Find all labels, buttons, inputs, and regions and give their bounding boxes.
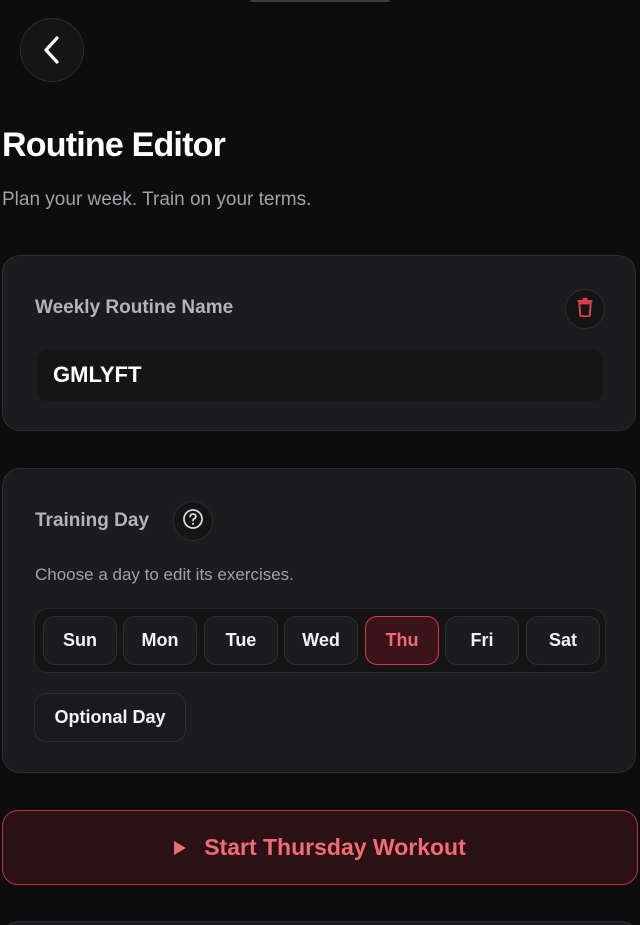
- training-day-card: Training Day Choose a day to edit its ex…: [2, 468, 636, 773]
- day-pill-mon[interactable]: Mon: [123, 616, 197, 665]
- page-subtitle: Plan your week. Train on your terms.: [2, 189, 312, 210]
- trash-icon: [577, 297, 593, 322]
- day-pill-fri[interactable]: Fri: [445, 616, 519, 665]
- routine-editor-screen: Routine Editor Plan your week. Train on …: [0, 0, 640, 925]
- routine-name-card: Weekly Routine Name: [2, 255, 636, 431]
- routine-name-label: Weekly Routine Name: [35, 297, 234, 318]
- play-icon: [174, 840, 187, 855]
- help-button[interactable]: [173, 501, 213, 541]
- start-workout-label: Start Thursday Workout: [204, 834, 466, 860]
- status-notch: [250, 0, 390, 2]
- training-day-label: Training Day: [35, 510, 150, 531]
- training-day-hint: Choose a day to edit its exercises.: [35, 565, 294, 584]
- day-pill-sat[interactable]: Sat: [526, 616, 600, 665]
- day-pill-wed[interactable]: Wed: [284, 616, 358, 665]
- day-pill-sun[interactable]: Sun: [43, 616, 117, 665]
- help-circle-icon: [182, 508, 204, 535]
- delete-routine-button[interactable]: [565, 289, 605, 329]
- back-button[interactable]: [20, 18, 84, 82]
- day-pill-tue[interactable]: Tue: [204, 616, 278, 665]
- next-card-partial: [2, 921, 638, 925]
- chevron-left-icon: [41, 35, 63, 65]
- day-selector: Sun Mon Tue Wed Thu Fri Sat: [34, 608, 606, 673]
- routine-name-input[interactable]: [37, 349, 603, 401]
- page-title: Routine Editor: [2, 126, 226, 164]
- optional-day-button[interactable]: Optional Day: [34, 693, 186, 742]
- start-workout-button[interactable]: Start Thursday Workout: [2, 810, 638, 885]
- day-pill-thu[interactable]: Thu: [365, 616, 439, 665]
